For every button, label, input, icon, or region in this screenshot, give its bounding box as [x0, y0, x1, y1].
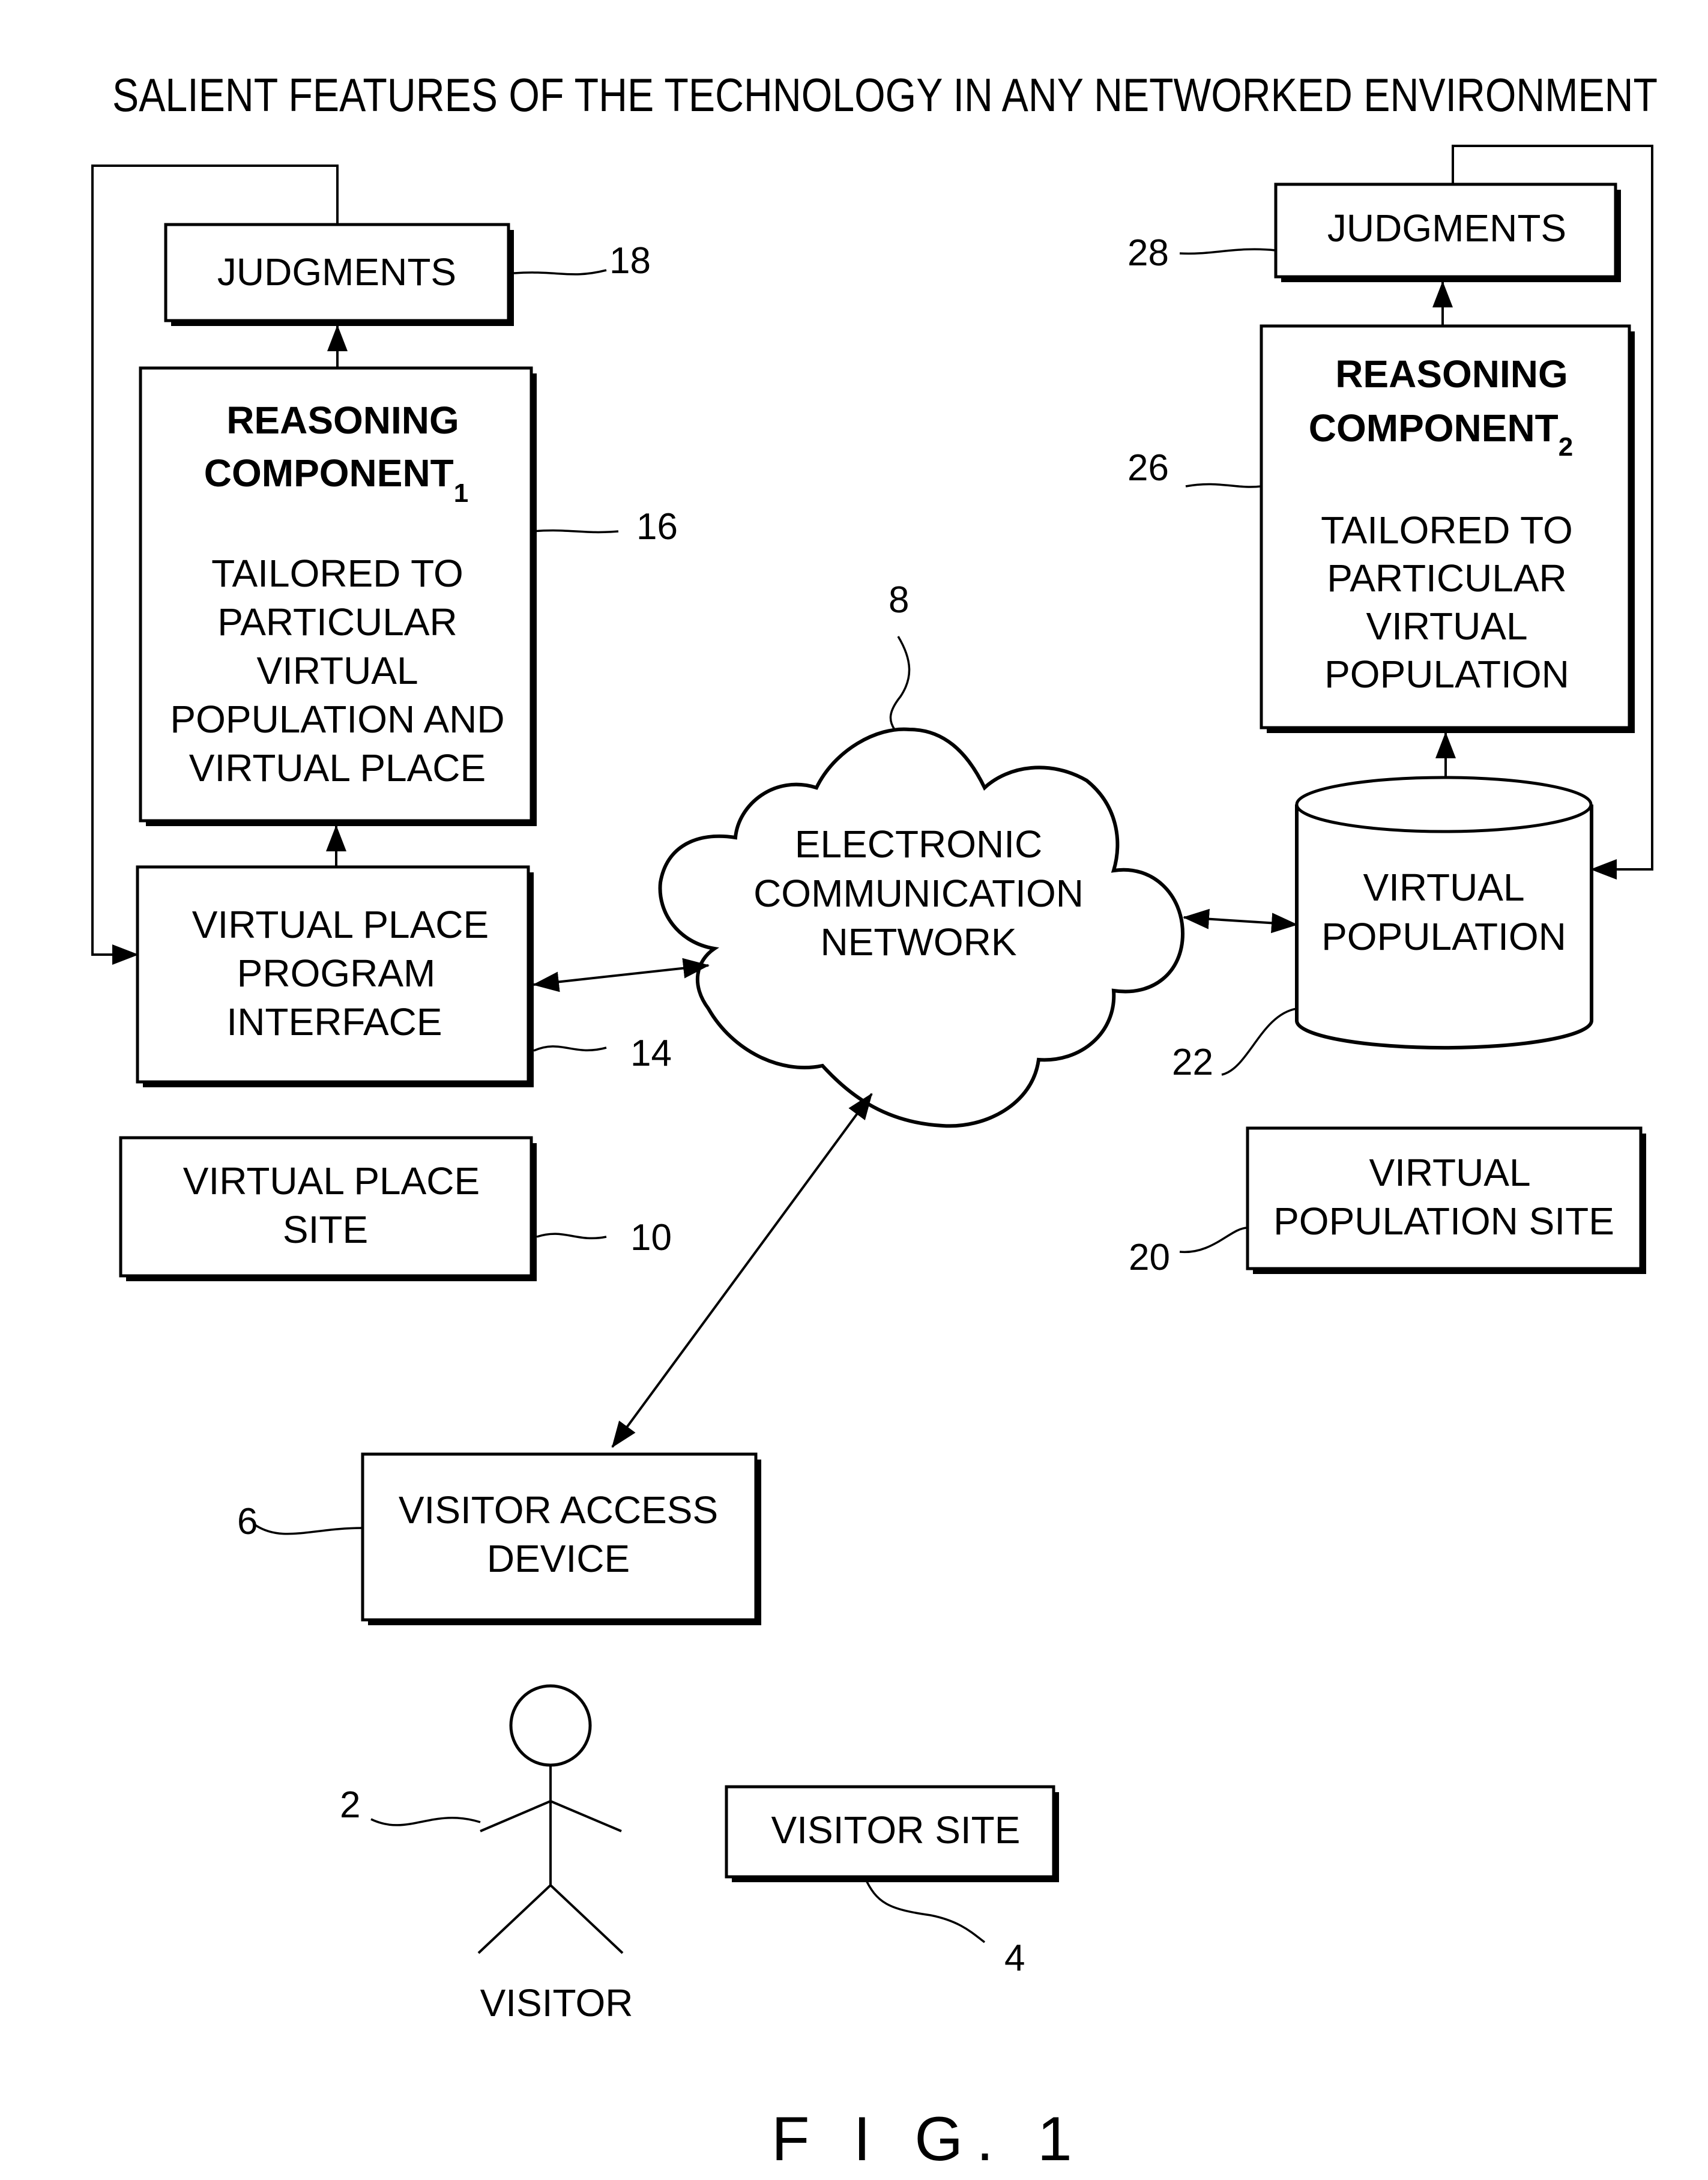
visitor-label: VISITOR	[480, 1981, 633, 2025]
interface-line-3: INTERFACE	[226, 1000, 442, 1043]
figure-number: F I G. 1	[771, 2104, 1085, 2174]
arrow-network-population	[1183, 908, 1298, 934]
figure-title: SALIENT FEATURES OF THE TECHNOLOGY IN AN…	[112, 68, 1658, 121]
database-line-2: POPULATION	[1321, 915, 1566, 958]
vp-site-line-1: VIRTUAL PLACE	[183, 1159, 480, 1203]
ref-14: 14	[630, 1033, 672, 1074]
electronic-communication-network-cloud: ELECTRONIC COMMUNICATION NETWORK	[658, 727, 1185, 1128]
vpop-site-line-1: VIRTUAL	[1369, 1151, 1530, 1194]
ref-2: 2	[340, 1784, 360, 1826]
virtual-place-program-interface: VIRTUAL PLACE PROGRAM INTERFACE	[136, 865, 534, 1087]
reasoning1-desc-3: VIRTUAL	[256, 649, 418, 692]
reasoning-component-2: REASONING COMPONENT2 TAILORED TO PARTICU…	[1260, 324, 1635, 733]
visitor-site-label: VISITOR SITE	[771, 1808, 1021, 1852]
judgments-label-right: JUDGMENTS	[1327, 207, 1566, 250]
vp-site-line-2: SITE	[283, 1208, 368, 1251]
ref-18: 18	[609, 240, 651, 282]
reasoning-component-1: REASONING COMPONENT1 TAILORED TO PARTICU…	[139, 366, 537, 826]
visitor-access-device: VISITOR ACCESS DEVICE	[361, 1452, 761, 1625]
access-device-line-2: DEVICE	[487, 1537, 630, 1580]
ref-6: 6	[237, 1501, 258, 1542]
ref-16: 16	[636, 506, 678, 548]
ref-26: 26	[1127, 447, 1169, 489]
reasoning2-desc-4: POPULATION	[1324, 653, 1569, 696]
reasoning1-desc-1: TAILORED TO	[211, 552, 463, 595]
ref-22: 22	[1172, 1042, 1213, 1083]
virtual-population-database: VIRTUAL POPULATION	[1295, 776, 1593, 1050]
arrow-network-access-device	[611, 1093, 873, 1448]
interface-line-1: VIRTUAL PLACE	[192, 903, 489, 946]
virtual-population-site: VIRTUAL POPULATION SITE	[1246, 1126, 1646, 1274]
interface-line-2: PROGRAM	[237, 952, 436, 995]
network-line-3: NETWORK	[820, 920, 1016, 964]
network-line-2: COMMUNICATION	[753, 872, 1084, 915]
judgments-label-left: JUDGMENTS	[217, 250, 456, 294]
visitor-site: VISITOR SITE	[725, 1785, 1059, 1882]
ref-28: 28	[1127, 232, 1169, 274]
patent-figure: SALIENT FEATURES OF THE TECHNOLOGY IN AN…	[91, 68, 1658, 2174]
reasoning1-desc-2: PARTICULAR	[217, 600, 457, 644]
ref-8: 8	[889, 579, 909, 621]
access-device-line-1: VISITOR ACCESS	[399, 1488, 718, 1532]
reasoning2-desc-2: PARTICULAR	[1327, 557, 1567, 600]
reasoning1-desc-4: POPULATION AND	[170, 698, 504, 741]
judgments-box-right: JUDGMENTS	[1274, 183, 1621, 282]
arrow-interface-network	[533, 958, 710, 992]
visitor-head-icon	[509, 1684, 592, 1767]
reasoning2-title-line1: REASONING	[1335, 352, 1568, 396]
database-line-1: VIRTUAL	[1363, 866, 1524, 909]
virtual-place-site: VIRTUAL PLACE SITE	[119, 1136, 537, 1281]
ref-4: 4	[1004, 1937, 1025, 1979]
ref-20: 20	[1129, 1237, 1170, 1278]
reasoning1-subscript: 1	[454, 479, 468, 508]
visitor-figure	[477, 1684, 624, 1954]
reasoning2-subscript: 2	[1559, 432, 1573, 462]
vpop-site-line-2: POPULATION SITE	[1273, 1200, 1614, 1243]
judgments-box-left: JUDGMENTS	[164, 223, 514, 326]
reasoning1-title-line1: REASONING	[226, 399, 459, 442]
reasoning2-desc-3: VIRTUAL	[1366, 605, 1527, 648]
ref-10: 10	[630, 1217, 672, 1258]
reasoning2-desc-1: TAILORED TO	[1321, 509, 1573, 552]
reasoning1-desc-5: VIRTUAL PLACE	[189, 746, 486, 790]
network-line-1: ELECTRONIC	[795, 823, 1043, 866]
